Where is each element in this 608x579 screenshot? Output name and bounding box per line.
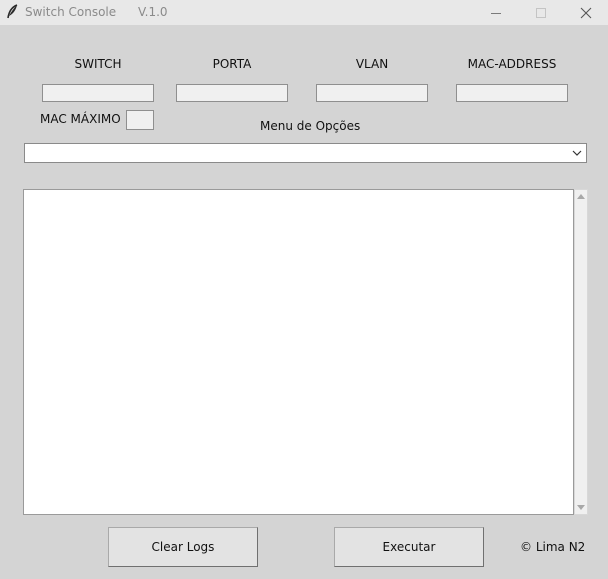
scroll-down-icon[interactable] — [577, 504, 585, 511]
switch-input[interactable] — [42, 84, 154, 102]
log-scrollbar[interactable] — [574, 189, 588, 515]
mac-address-input[interactable] — [456, 84, 568, 102]
minimize-button[interactable] — [473, 0, 519, 25]
maximize-icon — [536, 7, 546, 18]
menu-label: Menu de Opções — [260, 119, 361, 133]
window-version: V.1.0 — [138, 5, 168, 19]
mac-maximo-label: MAC MÁXIMO — [40, 112, 121, 126]
vlan-input[interactable] — [316, 84, 428, 102]
executar-button[interactable]: Executar — [334, 527, 484, 567]
options-combobox[interactable] — [24, 143, 587, 163]
copyright-label: © Lima N2 — [520, 540, 586, 554]
mac-maximo-input[interactable] — [126, 110, 154, 130]
mac-address-label: MAC-ADDRESS — [467, 57, 557, 71]
porta-input[interactable] — [176, 84, 288, 102]
log-textarea[interactable] — [23, 189, 574, 515]
scroll-up-icon[interactable] — [577, 193, 585, 200]
vlan-label: VLAN — [355, 57, 389, 71]
chevron-down-icon[interactable] — [571, 147, 583, 159]
title-bar[interactable]: Switch Console V.1.0 — [0, 0, 608, 25]
close-icon — [580, 7, 592, 18]
window-title: Switch Console — [25, 5, 117, 19]
clear-logs-button[interactable]: Clear Logs — [108, 527, 258, 567]
minimize-icon — [491, 12, 501, 14]
porta-label: PORTA — [212, 57, 252, 71]
maximize-button[interactable] — [518, 0, 564, 25]
close-button[interactable] — [563, 0, 608, 25]
feather-icon — [7, 4, 18, 19]
switch-label: SWITCH — [74, 57, 122, 71]
